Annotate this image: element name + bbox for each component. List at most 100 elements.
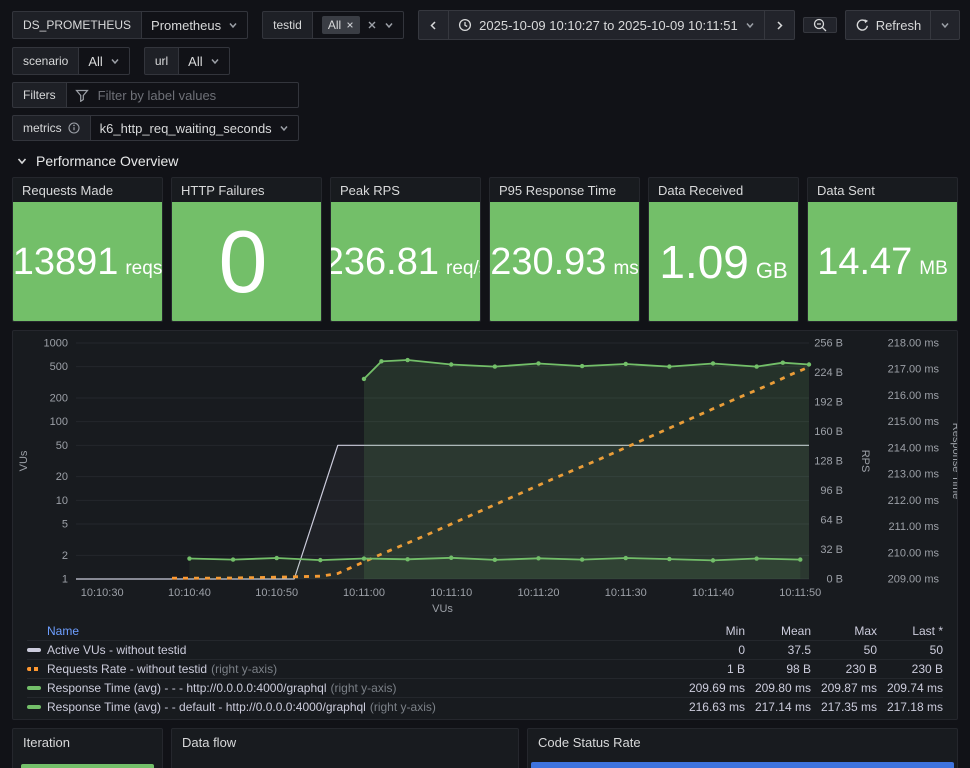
stat-p95-response-time: P95 Response Time 230.93 ms (489, 177, 640, 322)
svg-text:200: 200 (50, 392, 68, 404)
legend-header: Name Min Mean Max Last * (27, 621, 943, 640)
url-label: url (143, 47, 180, 75)
series-name[interactable]: Requests Rate - without testid (47, 662, 207, 676)
zoom-out-button[interactable] (802, 17, 837, 33)
panel-title: Code Status Rate (538, 735, 641, 750)
chevron-down-icon (210, 56, 220, 66)
time-back-button[interactable] (418, 10, 450, 40)
chevron-down-icon (279, 123, 289, 133)
section-performance-overview[interactable]: Performance Overview (16, 153, 958, 169)
testid-chip-label: All (327, 18, 342, 32)
svg-text:10:11:30: 10:11:30 (605, 587, 647, 599)
scenario-select[interactable]: All (79, 47, 130, 75)
time-forward-button[interactable] (764, 10, 795, 40)
metrics-label: metrics (12, 115, 91, 141)
svg-text:VUs: VUs (18, 450, 30, 471)
series-min: 1 B (726, 662, 745, 676)
legend-row-requests-rate[interactable]: Requests Rate - without testid (right y-… (27, 659, 943, 678)
chevron-down-icon (384, 20, 394, 30)
refresh-interval-button[interactable] (931, 10, 961, 40)
legend-row-response-time-2[interactable]: Response Time (avg) - - default - http:/… (27, 697, 943, 716)
time-range-group: 2025-10-09 10:10:27 to 2025-10-09 10:11:… (418, 10, 795, 40)
svg-text:100: 100 (50, 416, 68, 428)
toolbar-row-3: Filters (12, 82, 958, 108)
svg-text:Response Time: Response Time (950, 423, 958, 499)
stat-title: HTTP Failures (181, 183, 265, 198)
legend-col-mean[interactable]: Mean (745, 624, 811, 638)
chevron-down-icon (16, 155, 28, 167)
url-select[interactable]: All (179, 47, 230, 75)
legend-col-last[interactable]: Last * (877, 624, 943, 638)
timeseries-panel: 1 2 5 10 20 50 100 200 500 1000 256 B 224 B 192 B 160… (12, 330, 958, 720)
stat-http-failures: HTTP Failures 0 (171, 177, 322, 322)
legend-row-response-time-1[interactable]: Response Time (avg) - - - http://0.0.0.0… (27, 678, 943, 697)
stat-unit: req/s (446, 257, 480, 279)
testid-select[interactable]: All (312, 11, 405, 39)
svg-text:32 B: 32 B (820, 544, 843, 556)
series-marker (27, 667, 41, 671)
clear-all-icon[interactable] (367, 20, 377, 30)
svg-text:64 B: 64 B (820, 515, 843, 527)
svg-text:50: 50 (56, 440, 68, 452)
legend-col-max[interactable]: Max (811, 624, 877, 638)
url-value: All (188, 53, 203, 69)
chevron-right-icon (774, 20, 785, 31)
info-icon[interactable] (68, 122, 80, 134)
svg-text:1000: 1000 (44, 338, 68, 350)
series-last: 217.18 ms (886, 700, 943, 714)
var-scenario: scenario All (12, 47, 130, 75)
stat-value: 236.81 (330, 240, 439, 283)
svg-text:2: 2 (62, 550, 68, 562)
panel-iteration: Iteration (12, 728, 163, 768)
time-controls: 2025-10-09 10:10:27 to 2025-10-09 10:11:… (418, 10, 961, 40)
stat-requests-made: Requests Made 13891 reqs (12, 177, 163, 322)
series-mean: 37.5 (787, 643, 811, 657)
stat-unit: MB (919, 257, 948, 279)
time-range-button[interactable]: 2025-10-09 10:10:27 to 2025-10-09 10:11:… (449, 10, 765, 40)
toolbar-row-1: DS_PROMETHEUS Prometheus testid All 2025… (12, 10, 961, 40)
series-max: 209.87 ms (820, 681, 877, 695)
testid-chip-all[interactable]: All (321, 16, 361, 34)
series-name[interactable]: Response Time (avg) - - default - http:/… (47, 700, 366, 714)
refresh-icon (855, 18, 869, 32)
time-range-text: 2025-10-09 10:10:27 to 2025-10-09 10:11:… (479, 17, 738, 33)
stat-value: 1.09 (659, 235, 749, 288)
svg-text:214.00 ms: 214.00 ms (888, 442, 940, 454)
series-name[interactable]: Response Time (avg) - - - http://0.0.0.0… (47, 681, 326, 695)
legend-col-name[interactable]: Name (27, 624, 679, 638)
zoom-out-icon (813, 18, 827, 32)
legend-col-min[interactable]: Min (679, 624, 745, 638)
close-icon[interactable] (346, 21, 354, 29)
series-name[interactable]: Active VUs - without testid (47, 643, 186, 657)
series-min: 216.63 ms (688, 700, 745, 714)
chevron-down-icon (110, 56, 120, 66)
refresh-label: Refresh (875, 17, 922, 33)
stat-peak-rps: Peak RPS 236.81 req/s (330, 177, 481, 322)
series-max: 217.35 ms (820, 700, 877, 714)
chevron-down-icon (228, 20, 238, 30)
stat-title: P95 Response Time (499, 183, 617, 198)
svg-text:211.00 ms: 211.00 ms (888, 521, 939, 533)
metrics-value: k6_http_req_waiting_seconds (99, 120, 272, 136)
timeseries-svg[interactable]: 1 2 5 10 20 50 100 200 500 1000 256 B 224 B 192 B 160… (13, 333, 958, 621)
svg-text:209.00 ms: 209.00 ms (888, 574, 940, 586)
section-title: Performance Overview (36, 153, 179, 169)
panel-title: Iteration (23, 735, 70, 750)
svg-text:256 B: 256 B (814, 338, 843, 350)
series-marker (27, 648, 41, 652)
stat-title: Data Sent (817, 183, 875, 198)
series-max: 230 B (845, 662, 877, 676)
stat-title: Peak RPS (340, 183, 400, 198)
legend-row-active-vus[interactable]: Active VUs - without testid 0 37.5 50 50 (27, 640, 943, 659)
stat-value: 14.47 (817, 240, 913, 283)
legend-table: Name Min Mean Max Last * Active VUs - wi… (13, 621, 957, 716)
refresh-button[interactable]: Refresh (844, 10, 932, 40)
series-last: 50 (929, 643, 943, 657)
clock-icon (458, 18, 472, 32)
filters-input[interactable] (95, 86, 290, 104)
code-status-rate-bar (531, 762, 954, 768)
metrics-select[interactable]: k6_http_req_waiting_seconds (90, 115, 299, 141)
series-mean: 98 B (786, 662, 811, 676)
svg-text:96 B: 96 B (820, 485, 843, 497)
ds-prometheus-select[interactable]: Prometheus (142, 11, 249, 39)
